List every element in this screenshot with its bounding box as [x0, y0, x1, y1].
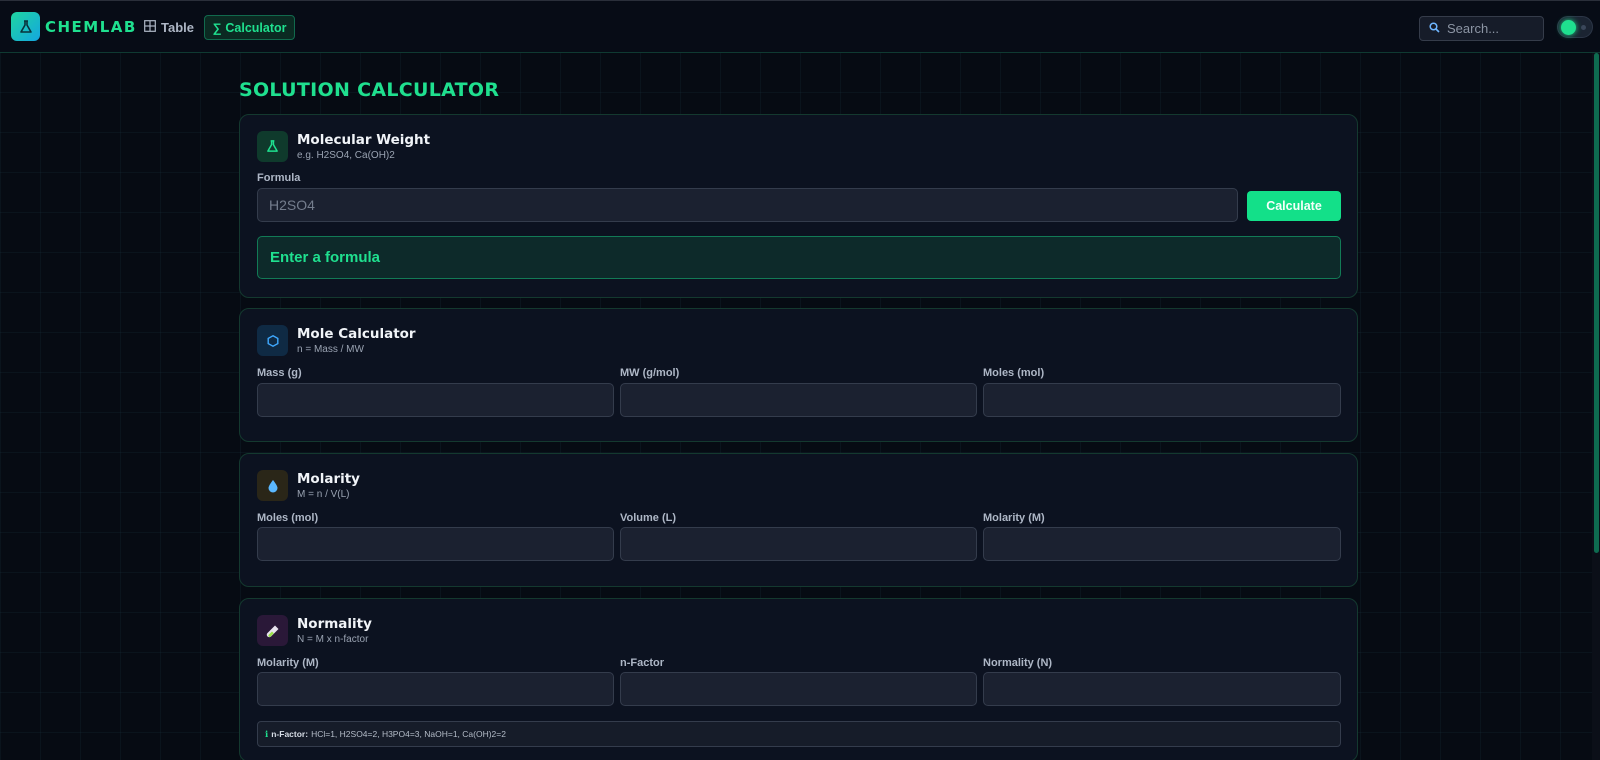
toggle-knob [1561, 20, 1576, 35]
moles-label: Moles (mol) [983, 367, 1045, 379]
molarity-field[interactable] [983, 527, 1341, 561]
molarity-input[interactable] [258, 673, 613, 705]
normality-field[interactable] [983, 672, 1341, 706]
mass-field[interactable] [257, 383, 614, 417]
card-title: Mole Calculator [297, 326, 416, 342]
info-icon: ℹ [265, 728, 269, 739]
page-title: SOLUTION CALCULATOR [239, 79, 500, 101]
moles-label: Moles (mol) [257, 512, 319, 524]
molarity-input[interactable] [984, 528, 1340, 560]
moles-input[interactable] [258, 528, 613, 560]
molecular-weight-card: Molecular Weight e.g. H2SO4, Ca(OH)2 For… [239, 114, 1358, 298]
n-factor-label: n-Factor [620, 657, 664, 669]
card-subtitle: e.g. H2SO4, Ca(OH)2 [297, 150, 395, 161]
mw-label: MW (g/mol) [620, 367, 680, 379]
droplet-icon [257, 470, 288, 501]
nav-table-link[interactable]: Table [144, 16, 194, 38]
top-nav-bar: CHEMLAB Table ∑ Calculator [0, 0, 1600, 53]
volume-input[interactable] [621, 528, 976, 560]
info-label: n-Factor: [271, 729, 309, 739]
formula-input[interactable] [258, 189, 1237, 221]
scrollbar-thumb[interactable] [1594, 53, 1599, 553]
test-tube-icon [257, 615, 288, 646]
n-factor-info: ℹ n-Factor: HCl=1, H2SO4=2, H3PO4=3, NaO… [257, 721, 1341, 747]
mw-input[interactable] [621, 384, 976, 416]
molarity-label: Molarity (M) [257, 657, 319, 669]
result-display: Enter a formula [257, 236, 1341, 279]
mass-label: Mass (g) [257, 367, 302, 379]
normality-card: Normality N = M x n-factor Molarity (M) … [239, 598, 1358, 760]
flask-icon [257, 131, 288, 162]
moles-field[interactable] [983, 383, 1341, 417]
nav-calculator-link[interactable]: ∑ Calculator [204, 15, 295, 40]
toggle-dot [1581, 25, 1586, 30]
card-subtitle: N = M x n-factor [297, 634, 369, 645]
search-input[interactable] [1447, 21, 1537, 36]
search-icon [1429, 20, 1440, 38]
sigma-icon: ∑ [212, 20, 222, 35]
moles-field[interactable] [257, 527, 614, 561]
theme-toggle[interactable] [1557, 16, 1593, 38]
search-box[interactable] [1419, 16, 1544, 41]
card-subtitle: n = Mass / MW [297, 344, 364, 355]
card-subtitle: M = n / V(L) [297, 489, 350, 500]
n-factor-field[interactable] [620, 672, 977, 706]
normality-input[interactable] [984, 673, 1340, 705]
logo-flask-icon[interactable] [11, 12, 40, 41]
calculate-button[interactable]: Calculate [1247, 191, 1341, 221]
mass-input[interactable] [258, 384, 613, 416]
formula-field[interactable] [257, 188, 1238, 222]
card-title: Molarity [297, 471, 360, 487]
normality-label: Normality (N) [983, 657, 1053, 669]
moles-input[interactable] [984, 384, 1340, 416]
molarity-card: Molarity M = n / V(L) Moles (mol) Volume… [239, 453, 1358, 587]
volume-label: Volume (L) [620, 512, 677, 524]
volume-field[interactable] [620, 527, 977, 561]
brand-name[interactable]: CHEMLAB [45, 18, 137, 36]
n-factor-input[interactable] [621, 673, 976, 705]
info-text: HCl=1, H2SO4=2, H3PO4=3, NaOH=1, Ca(OH)2… [311, 729, 506, 739]
card-title: Molecular Weight [297, 132, 431, 148]
nav-calculator-label: Calculator [225, 20, 287, 35]
nav-table-label: Table [161, 19, 194, 35]
mole-calculator-card: Mole Calculator n = Mass / MW Mass (g) M… [239, 308, 1358, 442]
molarity-label: Molarity (M) [983, 512, 1045, 524]
mw-field[interactable] [620, 383, 977, 417]
molarity-field[interactable] [257, 672, 614, 706]
hexagon-icon [257, 325, 288, 356]
formula-label: Formula [257, 172, 301, 184]
grid-icon [144, 19, 156, 35]
card-title: Normality [297, 616, 372, 632]
